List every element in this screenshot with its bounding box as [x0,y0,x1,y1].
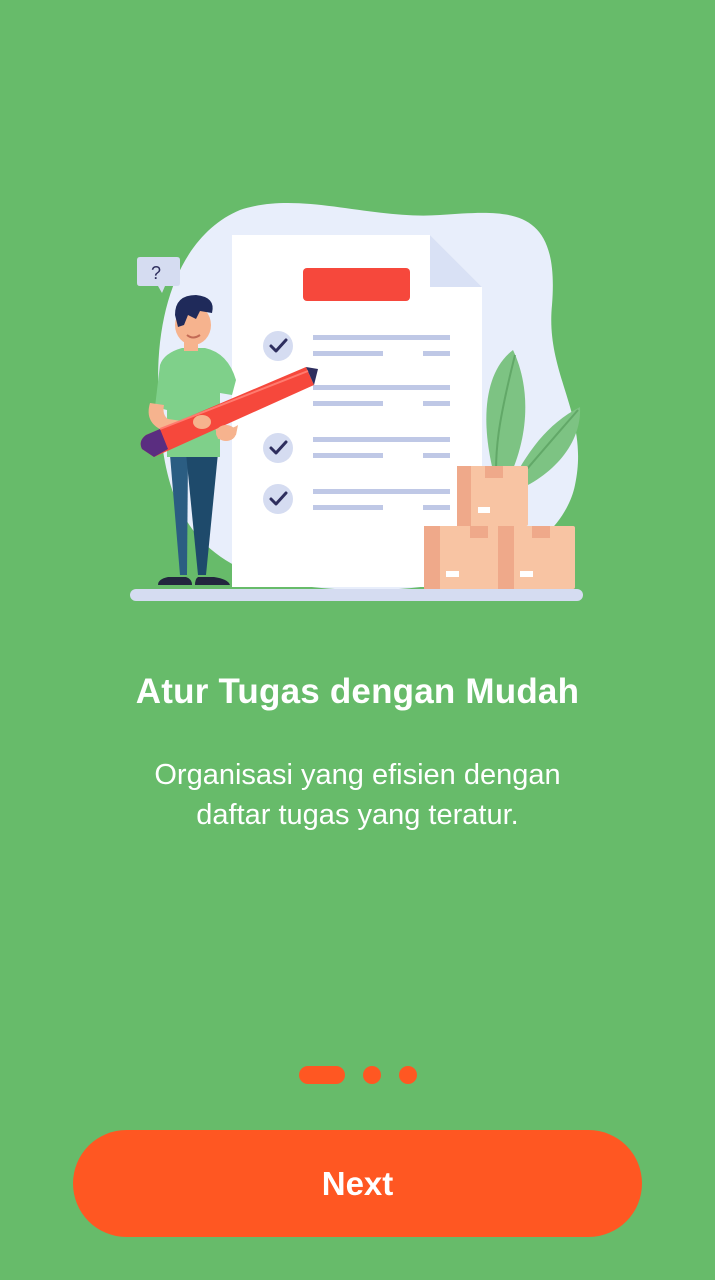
onboarding-description: Organisasi yang efisien dengan daftar tu… [0,755,715,835]
page-indicator-dot-2 [362,1066,381,1084]
task-list-illustration: ? [130,203,583,601]
next-button[interactable]: Next [73,1130,642,1237]
onboarding-description-line-1: Organisasi yang efisien dengan [154,759,561,791]
onboarding-description-line-2: daftar tugas yang teratur. [196,799,519,831]
onboarding-title: Atur Tugas dengan Mudah [135,672,580,711]
question-mark: ? [151,263,161,283]
page-indicator-dot-1-active [298,1066,345,1084]
page-indicator-dot-3 [398,1066,417,1084]
onboarding-screen: ? Atur Tugas dengan Mudah Organisasi yan… [0,0,715,1280]
ground-line [130,589,583,601]
page-indicator [0,1066,715,1084]
